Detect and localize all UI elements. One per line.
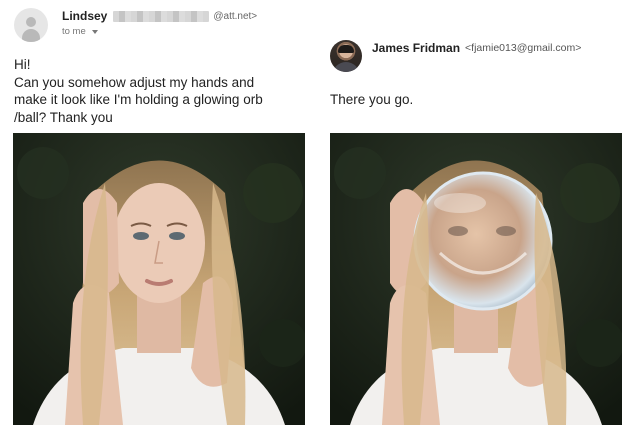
message-line: Hi!	[14, 57, 31, 72]
james-avatar-icon	[330, 40, 362, 72]
right-message-body: There you go.	[330, 92, 414, 107]
left-sender-row: Lindsey @att.net>	[62, 8, 257, 24]
left-message-body: Hi! Can you somehow adjust my hands and …	[14, 56, 314, 126]
message-line: Can you somehow adjust my hands and	[14, 74, 255, 90]
redacted-email-blur	[113, 10, 210, 22]
right-sender-row: James Fridman <fjamie013@gmail.com>	[372, 40, 581, 56]
edited-portrait-image	[330, 133, 622, 425]
edited-photo	[330, 133, 622, 425]
left-sender-email: @att.net>	[213, 10, 258, 22]
recipient-label: to me	[62, 26, 86, 37]
message-line: /ball? Thank you	[14, 109, 113, 125]
original-portrait-image	[13, 133, 305, 425]
chevron-down-icon[interactable]	[91, 29, 98, 34]
left-sender-name: Lindsey	[62, 9, 108, 23]
recipient-row[interactable]: to me	[62, 26, 98, 37]
message-line: make it look like I'm holding a glowing …	[14, 92, 263, 107]
right-sender-name: James Fridman	[372, 41, 461, 55]
original-photo	[13, 133, 305, 425]
right-sender-email: <fjamie013@gmail.com>	[465, 42, 582, 54]
sender-avatar-icon	[14, 8, 48, 42]
